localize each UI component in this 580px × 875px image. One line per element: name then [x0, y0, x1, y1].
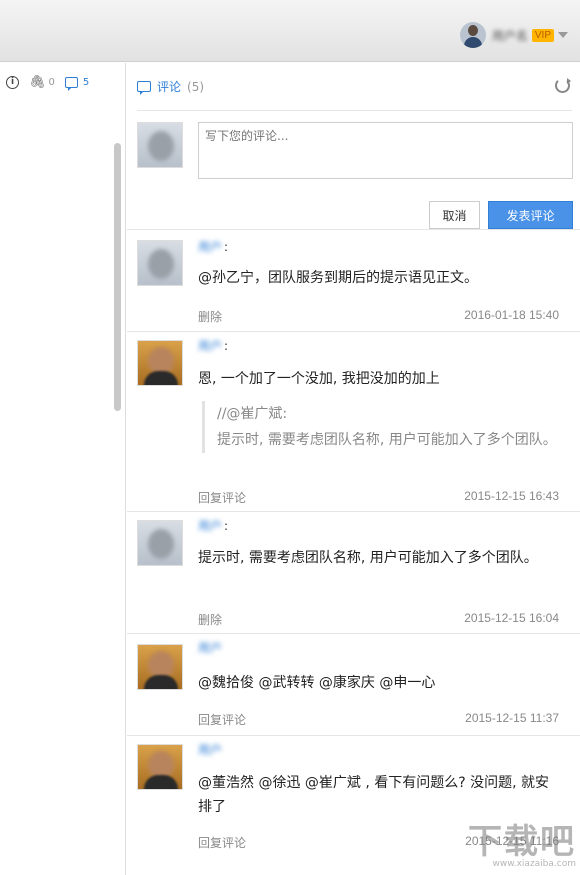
comment-input[interactable] — [198, 122, 573, 179]
comment-item: 用户: 恩, 一个加了一个没加, 我把没加的加上 //@崔广斌: 提示时, 需要… — [127, 331, 580, 511]
scrollbar-thumb[interactable] — [114, 143, 121, 411]
submit-comment-button[interactable]: 发表评论 — [488, 201, 573, 229]
attachments-tool[interactable]: 🖇 0 — [29, 75, 55, 90]
comment-text: @董浩然 @徐迅 @崔广斌 , 看下有问题么? 没问题, 就安排了 — [198, 775, 550, 815]
comment-time: 2015-12-15 11:37 — [465, 711, 559, 725]
refresh-icon[interactable] — [555, 78, 571, 93]
info-icon[interactable]: i — [6, 76, 19, 89]
note-toolbar: i 🖇 0 5 — [6, 75, 99, 91]
comment-text: @魏拾俊 @武转转 @康家庆 @申一心 — [198, 675, 436, 691]
comment-item: 用户: 提示时, 需要考虑团队名称, 用户可能加入了多个团队。 删除 2015-… — [127, 511, 580, 633]
top-header: 用户名 VIP — [0, 0, 580, 62]
commenter-avatar — [137, 240, 183, 286]
chevron-down-icon[interactable] — [558, 32, 568, 38]
attachments-count: 0 — [48, 77, 55, 88]
comments-total: (5) — [187, 79, 205, 94]
panel-header: 评论 (5) — [127, 63, 580, 110]
left-column: i 🖇 0 5 — [0, 63, 126, 875]
comment-icon — [64, 77, 78, 91]
comment-item: 用户 @魏拾俊 @武转转 @康家庆 @申一心 回复评论 2015-12-15 1… — [127, 633, 580, 735]
commenter-name[interactable]: 用户: — [198, 517, 228, 534]
commenter-avatar — [137, 520, 183, 566]
user-menu[interactable]: 用户名 VIP — [459, 22, 568, 48]
commenter-avatar — [137, 744, 183, 790]
comments-heading: 评论 (5) — [137, 78, 204, 95]
commenter-name[interactable]: 用户: — [198, 238, 228, 255]
comment-time: 2015-12-15 16:04 — [464, 611, 559, 625]
delete-link[interactable]: 删除 — [198, 611, 222, 628]
commenter-avatar — [137, 340, 183, 386]
paperclip-icon: 🖇 — [29, 75, 46, 90]
my-avatar — [137, 122, 183, 168]
comments-title: 评论 — [157, 80, 182, 94]
commenter-name[interactable]: 用户: — [198, 337, 228, 354]
comment-text: 提示时, 需要考虑团队名称, 用户可能加入了多个团队。 — [198, 550, 538, 566]
vip-badge: VIP — [531, 28, 554, 42]
comment-time: 2015-12-15 16:43 — [464, 489, 559, 503]
reply-link[interactable]: 回复评论 — [198, 834, 246, 851]
watermark-text: 下载吧 — [468, 822, 576, 862]
user-avatar[interactable] — [459, 22, 486, 48]
comments-count: 5 — [82, 77, 90, 88]
cancel-button[interactable]: 取消 — [429, 201, 480, 229]
reply-link[interactable]: 回复评论 — [198, 489, 246, 506]
user-name[interactable]: 用户名 — [492, 27, 528, 44]
comment-icon — [137, 81, 151, 95]
watermark-logo: 下载吧 www.xiazaiba.com — [468, 814, 576, 869]
commenter-avatar — [137, 644, 183, 690]
commenter-name[interactable]: 用户 — [198, 639, 222, 656]
commenter-name[interactable]: 用户 — [198, 741, 222, 758]
quoted-comment: //@崔广斌: 提示时, 需要考虑团队名称, 用户可能加入了多个团队。 — [202, 401, 562, 453]
comment-time: 2016-01-18 15:40 — [464, 308, 559, 322]
delete-link[interactable]: 删除 — [198, 308, 222, 325]
comment-text: @孙乙宁，团队服务到期后的提示语见正文。 — [198, 270, 478, 286]
reply-link[interactable]: 回复评论 — [198, 711, 246, 728]
comments-tool[interactable]: 5 — [64, 77, 90, 91]
comment-panel: 评论 (5) 取消 发表评论 用户: @孙乙宁，团队服务到期后的提示语见正文。 … — [127, 63, 580, 875]
comment-item: 用户: @孙乙宁，团队服务到期后的提示语见正文。 删除 2016-01-18 1… — [127, 229, 580, 331]
divider — [137, 110, 572, 111]
comment-text: 恩, 一个加了一个没加, 我把没加的加上 — [198, 371, 440, 387]
